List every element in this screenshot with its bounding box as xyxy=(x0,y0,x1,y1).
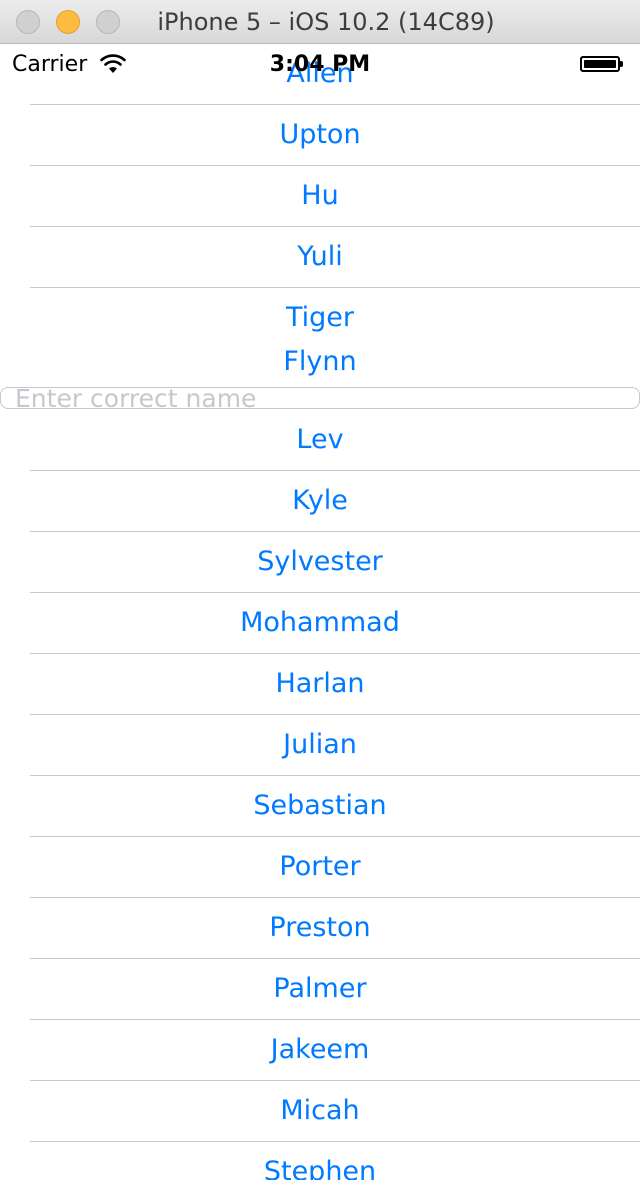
name-list-item[interactable]: Hu xyxy=(0,166,640,226)
name-list-item[interactable]: Mohammad xyxy=(0,593,640,653)
name-list-item[interactable]: Preston xyxy=(0,898,640,958)
name-list-item[interactable]: Lev xyxy=(0,410,640,470)
wifi-icon xyxy=(100,54,126,73)
correct-name-input[interactable] xyxy=(0,387,640,409)
battery-icon xyxy=(580,56,624,72)
name-list-item[interactable]: Upton xyxy=(0,105,640,165)
zoom-window-button[interactable] xyxy=(96,10,120,34)
window-title: iPhone 5 – iOS 10.2 (14C89) xyxy=(157,8,495,36)
close-window-button[interactable] xyxy=(16,10,40,34)
name-list-item[interactable]: Sylvester xyxy=(0,532,640,592)
name-list-item[interactable]: Harlan xyxy=(0,654,640,714)
name-list-item[interactable]: Sebastian xyxy=(0,776,640,836)
name-list-item[interactable]: Stephen xyxy=(0,1142,640,1180)
device-screen: Carrier 3:04 PM Allen Upton Hu Yuli Tiger Fly… xyxy=(0,44,640,1180)
carrier-label: Carrier xyxy=(12,52,88,77)
name-list-item[interactable]: Palmer xyxy=(0,959,640,1019)
minimize-window-button[interactable] xyxy=(56,10,80,34)
name-list-item[interactable]: Flynn xyxy=(0,332,640,392)
name-list-item[interactable]: Kyle xyxy=(0,471,640,531)
name-list-item[interactable]: Porter xyxy=(0,837,640,897)
name-list-item[interactable]: Julian xyxy=(0,715,640,775)
name-list-item[interactable]: Yuli xyxy=(0,227,640,287)
status-bar: Carrier 3:04 PM xyxy=(0,44,640,84)
simulator-title-bar: iPhone 5 – iOS 10.2 (14C89) xyxy=(0,0,640,44)
status-time: 3:04 PM xyxy=(269,52,371,77)
name-list-item[interactable]: Jakeem xyxy=(0,1020,640,1080)
name-list-item[interactable]: Micah xyxy=(0,1081,640,1141)
